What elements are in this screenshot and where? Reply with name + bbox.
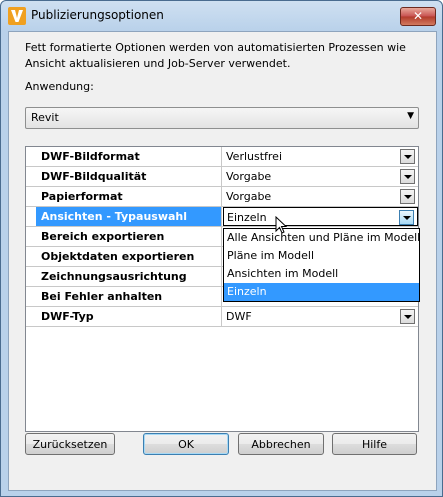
dropdown-option[interactable]: Ansichten im Modell (224, 265, 419, 283)
mouse-cursor-icon (275, 216, 287, 234)
property-value-cell[interactable]: Vorgabe (223, 167, 418, 186)
property-name: Bei Fehler anhalten (36, 287, 222, 306)
property-name: DWF-Bildformat (36, 147, 222, 166)
close-icon: ✕ (412, 9, 424, 23)
property-name: Objektdaten exportieren (36, 247, 222, 266)
property-value-cell[interactable]: Vorgabe (223, 187, 418, 206)
property-value: Einzeln (227, 211, 267, 224)
ok-button[interactable]: OK (143, 433, 229, 455)
property-row[interactable]: Papierformat Vorgabe (26, 187, 418, 207)
row-gutter (26, 207, 35, 226)
property-name: DWF-Typ (36, 307, 222, 326)
row-gutter (26, 247, 35, 266)
help-button[interactable]: Hilfe (332, 433, 417, 455)
row-gutter (26, 167, 35, 186)
application-combo[interactable]: Revit ▼ (25, 107, 419, 129)
dropdown-option[interactable]: Pläne im Modell (224, 247, 419, 265)
application-label: Anwendung: (25, 80, 94, 93)
dropdown-arrow-icon[interactable] (399, 210, 414, 225)
property-name: Ansichten - Typauswahl (36, 207, 222, 226)
chevron-down-icon: ▼ (407, 111, 414, 121)
description-text: Fett formatierte Optionen werden von aut… (25, 41, 406, 70)
row-gutter (26, 227, 35, 246)
application-value: Revit (31, 111, 59, 124)
property-value: Vorgabe (226, 190, 272, 203)
property-value: DWF (226, 310, 252, 323)
property-row[interactable]: DWF-Bildformat Verlustfrei (26, 147, 418, 167)
window-title: Publizierungsoptionen (31, 8, 164, 22)
property-value-cell[interactable]: Verlustfrei (223, 147, 418, 166)
property-value-cell[interactable]: DWF (223, 307, 418, 326)
property-value: Verlustfrei (226, 150, 283, 163)
type-selection-dropdown-list[interactable]: Alle Ansichten und Pläne im Modell Pläne… (223, 228, 420, 302)
dialog-client: Fett formatierte Optionen werden von aut… (8, 31, 437, 491)
property-row[interactable]: DWF-Typ DWF (26, 307, 418, 327)
dropdown-arrow-icon[interactable] (400, 309, 415, 324)
property-row-selected[interactable]: Ansichten - Typauswahl Einzeln (26, 207, 418, 227)
property-value-cell[interactable]: Einzeln (223, 207, 418, 226)
row-gutter (26, 267, 35, 286)
dropdown-arrow-icon[interactable] (400, 169, 415, 184)
dropdown-option-selected[interactable]: Einzeln (224, 283, 419, 301)
property-name: Zeichnungsausrichtung (36, 267, 222, 286)
title-bar[interactable]: Publizierungsoptionen ✕ (1, 1, 442, 31)
reset-button[interactable]: Zurücksetzen (25, 433, 115, 455)
property-name: Papierformat (36, 187, 222, 206)
row-gutter (26, 287, 35, 306)
property-value: Vorgabe (226, 170, 272, 183)
property-name: Bereich exportieren (36, 227, 222, 246)
dropdown-option[interactable]: Alle Ansichten und Pläne im Modell (224, 229, 420, 247)
row-gutter (26, 187, 35, 206)
property-row[interactable]: DWF-Bildqualität Vorgabe (26, 167, 418, 187)
cancel-button[interactable]: Abbrechen (238, 433, 324, 455)
row-gutter (26, 147, 35, 166)
dialog-window: Publizierungsoptionen ✕ Fett formatierte… (0, 0, 443, 497)
property-name: DWF-Bildqualität (36, 167, 222, 186)
close-button[interactable]: ✕ (400, 7, 436, 26)
autodesk-v-icon (8, 7, 26, 25)
dropdown-arrow-icon[interactable] (400, 189, 415, 204)
row-gutter (26, 307, 35, 326)
dropdown-arrow-icon[interactable] (400, 149, 415, 164)
